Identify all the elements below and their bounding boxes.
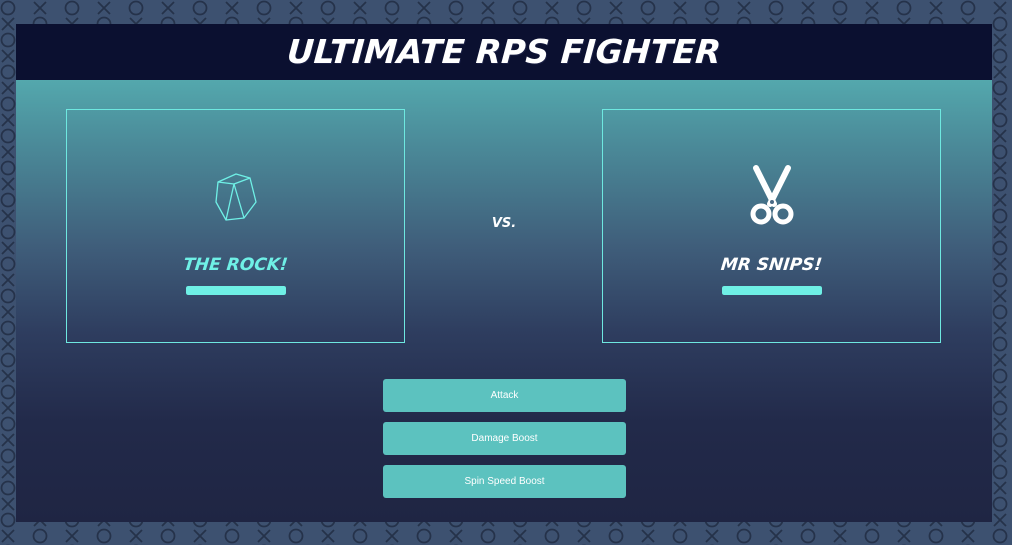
rock-icon — [214, 173, 257, 221]
spin-speed-boost-button[interactable]: Spin Speed Boost — [383, 465, 626, 498]
opponent-name: MR SNIPS! — [719, 255, 824, 275]
versus-label: VS. — [491, 216, 517, 231]
opponent-card: MR SNIPS! — [602, 109, 941, 343]
player-card: THE ROCK! — [66, 109, 405, 343]
title-bar: ULTIMATE RPS FIGHTER — [16, 24, 992, 80]
game-frame: ULTIMATE RPS FIGHTER THE ROCK! VS. MR SN… — [16, 24, 992, 522]
attack-button[interactable]: Attack — [383, 379, 626, 412]
player-health-bar — [185, 286, 286, 295]
player-health-fill — [185, 286, 286, 295]
game-title: ULTIMATE RPS FIGHTER — [285, 32, 723, 71]
scissors-icon — [750, 165, 793, 225]
player-name: THE ROCK! — [182, 255, 289, 275]
opponent-health-fill — [721, 286, 822, 295]
damage-boost-button[interactable]: Damage Boost — [383, 422, 626, 455]
opponent-health-bar — [721, 286, 822, 295]
